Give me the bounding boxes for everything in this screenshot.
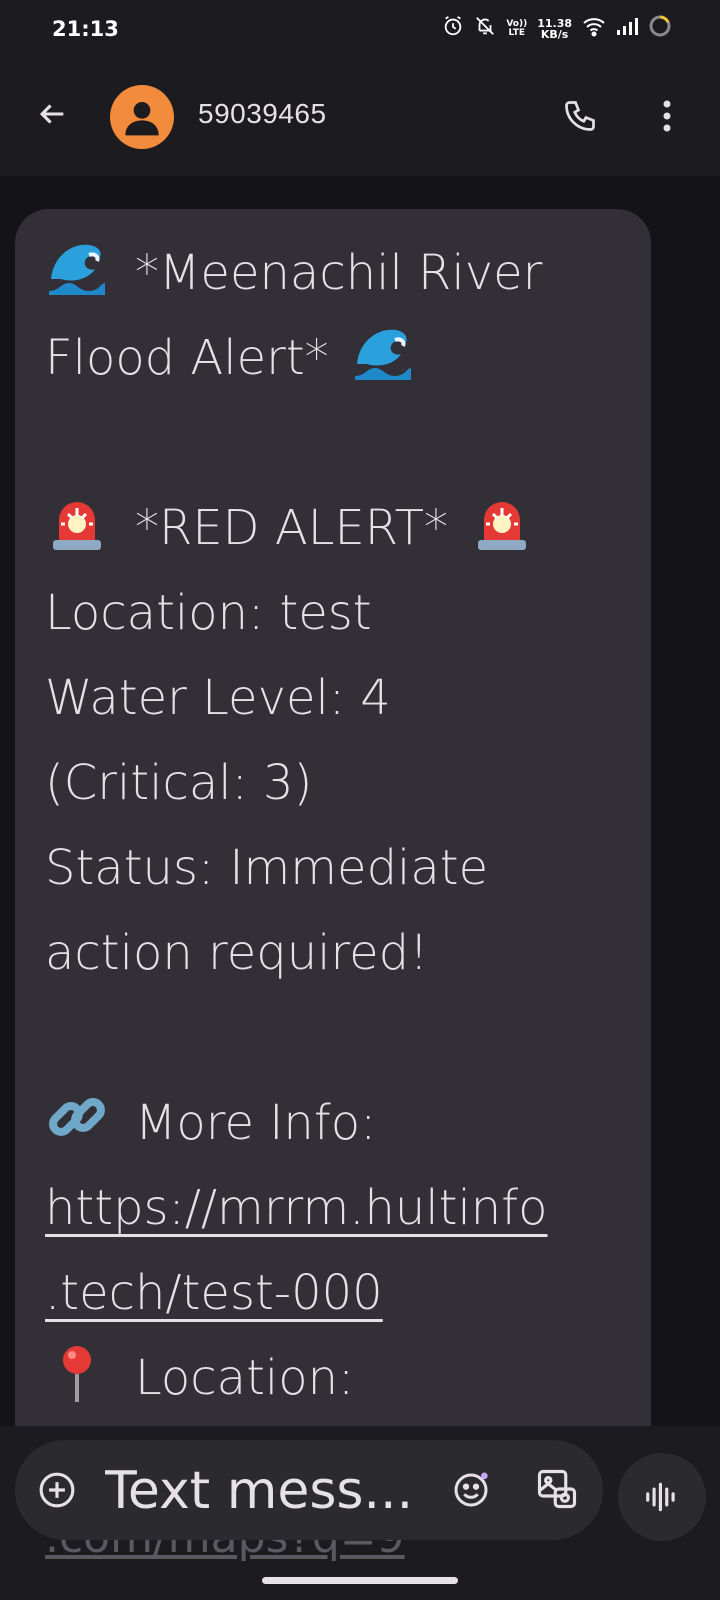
status-bar: 21:13 Vo)) LTE 11.38 KB/s [0,0,720,62]
message-line: action required! [45,925,429,981]
message-line: (Critical: 3) [45,755,313,811]
message-text: *RED ALERT* [135,500,448,556]
message-text: Flood Alert* [45,330,329,386]
message-text: *Meenachil River [135,245,543,301]
siren-icon [45,490,109,554]
gallery-icon [537,1469,577,1509]
message-line: Status: Immediate [45,840,489,896]
emoji-button[interactable] [449,1468,493,1512]
composer-bar [15,1440,603,1540]
mute-icon [474,15,496,42]
emoji-icon [454,1472,488,1507]
back-button[interactable] [30,92,74,136]
message-line: *Meenachil River [45,231,621,316]
message-link[interactable]: .tech/test-000 [45,1251,621,1336]
alarm-icon [442,15,464,42]
speed-value: 11.38 [537,16,572,30]
more-options-button[interactable] [652,94,682,138]
app-bar: 59039465 [0,62,720,174]
message-link[interactable]: https://mrrm.hultinfo [45,1166,621,1251]
battery-icon [648,14,672,43]
siren-icon [470,490,534,554]
message-thread[interactable]: *Meenachil River Flood Alert* *RED ALERT… [0,176,720,1426]
message-text: Location: [135,1350,355,1406]
message-line: Flood Alert* [45,316,621,401]
message-text: More Info: [135,1095,377,1151]
message-input[interactable] [103,1458,437,1524]
avatar[interactable] [110,85,174,149]
message-line: Water Level: 4 [45,670,391,726]
network-speed: 11.38 KB/s [537,18,572,40]
voice-message-button[interactable] [618,1453,706,1541]
status-icons: Vo)) LTE 11.38 KB/s [442,14,672,43]
wifi-icon [582,15,606,42]
message-line: *RED ALERT* [45,486,621,571]
more-vert-icon [663,100,671,132]
volte-icon: Vo)) LTE [506,19,527,38]
message-line: More Info: [45,1081,621,1166]
home-indicator[interactable] [262,1577,458,1584]
wave-icon [351,320,415,384]
phone-icon [565,101,595,131]
add-attachment-button[interactable] [37,1470,77,1510]
message-line: Location: test [45,585,372,641]
link-icon [45,1085,109,1149]
add-circle-icon [39,1472,75,1508]
message-bubble[interactable]: *Meenachil River Flood Alert* *RED ALERT… [15,209,651,1426]
person-icon [125,102,159,136]
voice-icon [646,1482,675,1512]
message-line: Location: [45,1336,621,1421]
gallery-button[interactable] [535,1467,579,1511]
pin-icon [45,1340,109,1404]
wave-icon [45,235,109,299]
call-button[interactable] [558,94,602,138]
volte-bottom: LTE [508,27,526,38]
status-time: 21:13 [52,17,119,41]
speed-unit: KB/s [540,27,569,41]
back-arrow-icon [39,104,64,124]
signal-icon [616,16,638,41]
contact-name[interactable]: 59039465 [198,98,327,130]
